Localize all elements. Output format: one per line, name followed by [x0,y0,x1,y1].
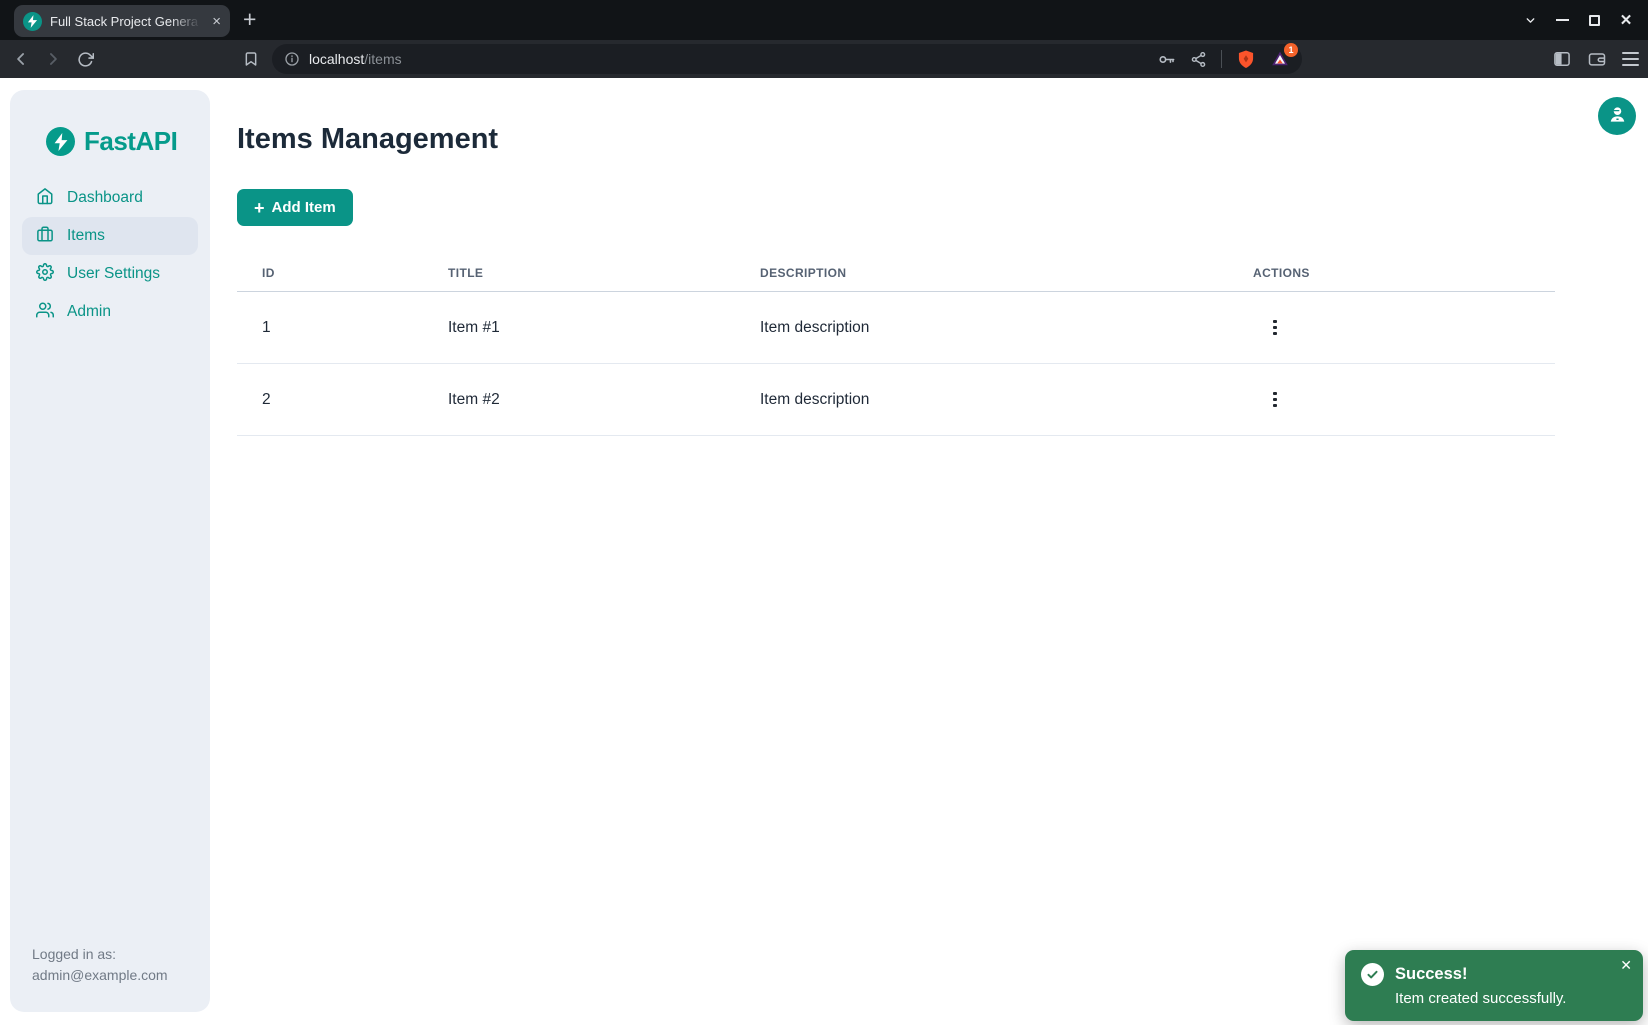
password-key-icon[interactable] [1157,50,1176,69]
page-content: FastAPI Dashboard Items User Settings [0,78,1648,1025]
toast-title: Success! [1395,965,1467,984]
cell-id: 1 [237,319,423,337]
sidebar-item-dashboard[interactable]: Dashboard [22,179,198,217]
row-actions-kebab-icon[interactable] [1261,386,1289,414]
window-controls: ✕ [1514,0,1642,40]
menu-icon[interactable] [1622,52,1639,66]
home-icon [36,187,54,210]
check-circle-icon [1361,963,1384,986]
rewards-badge: 1 [1284,43,1298,57]
cell-description: Item description [735,391,1228,409]
sidebar-item-label: Items [67,227,105,245]
reload-button[interactable] [70,44,100,74]
browser-tab-bar: Full Stack Project Genera × + ✕ [0,0,1648,40]
sidebar-item-label: Admin [67,303,111,321]
logo-text: FastAPI [84,126,177,157]
sidebar: FastAPI Dashboard Items User Settings [10,90,210,1012]
column-header-title: TITLE [423,266,735,280]
bookmark-icon[interactable] [236,44,266,74]
fastapi-logo-icon [46,127,75,156]
new-tab-button[interactable]: + [243,7,256,31]
toolbar-divider [1221,50,1222,68]
brave-shield-icon[interactable] [1236,49,1256,69]
sidebar-item-user-settings[interactable]: User Settings [22,255,198,293]
tab-title: Full Stack Project Genera [50,14,204,29]
sidebar-toggle-icon[interactable] [1552,49,1572,69]
url-host: localhost [309,51,364,67]
wallet-icon[interactable] [1587,49,1607,69]
maximize-button[interactable] [1578,0,1610,40]
address-bar[interactable]: localhost/items 1 [272,44,1302,74]
cell-title: Item #2 [423,391,735,409]
share-icon[interactable] [1190,51,1207,68]
plus-icon: + [254,199,265,217]
cell-description: Item description [735,319,1228,337]
cell-id: 2 [237,391,423,409]
logged-in-info: Logged in as: admin@example.com [32,944,168,986]
page-title: Items Management [237,123,498,156]
browser-tab[interactable]: Full Stack Project Genera × [14,5,230,37]
logged-in-label: Logged in as: [32,944,168,965]
cell-title: Item #1 [423,319,735,337]
success-toast: Success! Item created successfully. ✕ [1345,950,1643,1021]
browser-toolbar: localhost/items 1 [0,40,1648,78]
tab-search-chevron-icon[interactable] [1514,0,1546,40]
logged-in-email: admin@example.com [32,965,168,986]
brave-rewards-icon[interactable]: 1 [1270,49,1290,69]
sidebar-item-items[interactable]: Items [22,217,198,255]
minimize-button[interactable] [1546,0,1578,40]
toast-message: Item created successfully. [1395,990,1629,1007]
forward-button[interactable] [38,44,68,74]
sidebar-item-label: Dashboard [67,189,143,207]
add-item-label: Add Item [272,199,336,216]
site-info-icon[interactable] [284,51,300,67]
sidebar-item-label: User Settings [67,265,160,283]
table-header-row: ID TITLE DESCRIPTION ACTIONS [237,255,1555,292]
main-content: Items Management + Add Item ID TITLE DES… [237,78,1648,1025]
add-item-button[interactable]: + Add Item [237,189,353,226]
tab-close-icon[interactable]: × [212,14,221,29]
row-actions-kebab-icon[interactable] [1261,314,1289,342]
url-text: localhost/items [309,51,402,67]
users-icon [36,301,54,324]
url-path: /items [364,51,401,67]
table-row: 1 Item #1 Item description [237,292,1555,364]
column-header-description: DESCRIPTION [735,266,1228,280]
column-header-actions: ACTIONS [1228,266,1555,280]
close-window-button[interactable]: ✕ [1610,0,1642,40]
fastapi-favicon-icon [23,12,42,31]
fastapi-logo: FastAPI [10,90,210,157]
items-table: ID TITLE DESCRIPTION ACTIONS 1 Item #1 I… [237,255,1555,436]
table-row: 2 Item #2 Item description [237,364,1555,436]
sidebar-item-admin[interactable]: Admin [22,293,198,331]
toast-close-icon[interactable]: ✕ [1620,958,1632,972]
back-button[interactable] [6,44,36,74]
gear-icon [36,263,54,286]
user-avatar-button[interactable] [1598,97,1636,135]
user-avatar-icon [1607,104,1628,128]
sidebar-nav: Dashboard Items User Settings Admin [22,179,198,331]
column-header-id: ID [237,266,423,280]
briefcase-icon [36,225,54,248]
